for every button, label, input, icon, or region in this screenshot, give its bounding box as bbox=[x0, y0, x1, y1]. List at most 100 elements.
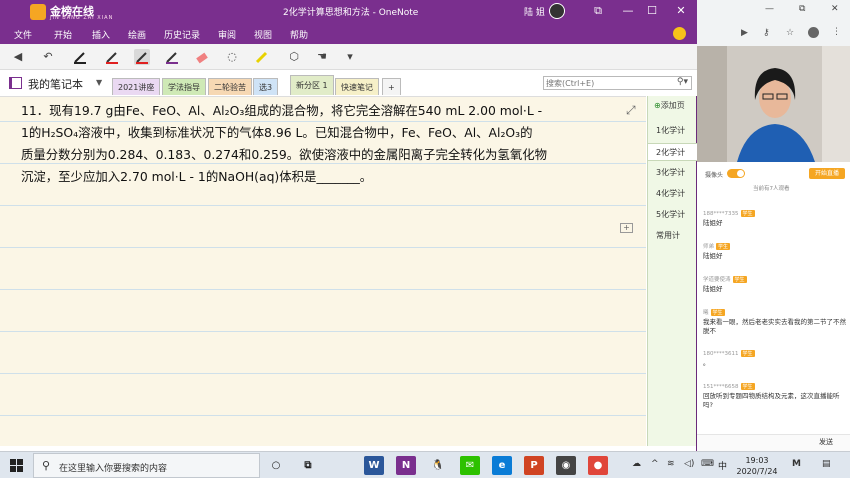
search-input[interactable] bbox=[546, 77, 674, 89]
chrome-icon[interactable]: ● bbox=[588, 456, 608, 475]
maximize-button[interactable]: ☐ bbox=[641, 2, 663, 20]
undo-icon[interactable]: ↶ bbox=[40, 49, 56, 65]
avatar[interactable] bbox=[549, 3, 565, 19]
touch-icon[interactable]: ☚ bbox=[314, 49, 330, 65]
page-item-3[interactable]: 3化学计 bbox=[648, 164, 697, 182]
clock[interactable]: 19:03 2020/7/24 bbox=[735, 455, 779, 477]
taskbar-search[interactable]: ⚲ 在这里输入你要搜索的内容 bbox=[33, 453, 260, 478]
add-note-icon[interactable]: + bbox=[620, 223, 633, 233]
page-item-5[interactable]: 5化学计 bbox=[648, 206, 697, 224]
browser-restore-icon[interactable]: ⧉ bbox=[799, 4, 805, 14]
browser-close-icon[interactable]: ✕ bbox=[831, 4, 839, 14]
word-icon[interactable]: W bbox=[364, 456, 384, 475]
section-tab-2021[interactable]: 2021讲座 bbox=[112, 78, 161, 95]
page-item-6[interactable]: 常用计 bbox=[648, 227, 697, 245]
volume-icon[interactable]: ◁) bbox=[684, 459, 694, 469]
chat-user: 180****3611 bbox=[703, 351, 739, 357]
chevron-down-icon[interactable]: ▼ bbox=[96, 78, 102, 87]
section-tab-second-round[interactable]: 二轮验苦 bbox=[208, 78, 252, 95]
add-page-button[interactable]: ⊕添加页 bbox=[654, 100, 685, 111]
notebook-name[interactable]: 我的笔记本 bbox=[28, 76, 83, 92]
profile-icon[interactable] bbox=[808, 27, 819, 38]
cloud-icon[interactable]: ☁ bbox=[632, 459, 641, 469]
send-button[interactable]: 发送 bbox=[819, 437, 833, 447]
close-button[interactable]: ✕ bbox=[670, 2, 692, 20]
minimize-button[interactable]: — bbox=[617, 2, 639, 20]
key-icon[interactable]: ⚷ bbox=[763, 28, 770, 38]
menu-file[interactable]: 文件 bbox=[14, 28, 32, 41]
browser-menu-icon[interactable]: ⋮ bbox=[832, 27, 841, 37]
teacher-video bbox=[697, 46, 850, 162]
cortana-icon[interactable]: ○ bbox=[266, 456, 286, 475]
back-icon[interactable]: ◀ bbox=[10, 49, 26, 65]
shapes-icon[interactable]: ⬡ bbox=[286, 49, 302, 65]
menu-review[interactable]: 审阅 bbox=[218, 28, 236, 41]
section-tab-option3[interactable]: 选3 bbox=[253, 78, 279, 95]
chat-message: 学道要使涛 学生 陆姐好 bbox=[703, 275, 848, 294]
menu-home[interactable]: 开始 bbox=[54, 28, 72, 41]
wechat-icon[interactable]: ✉ bbox=[460, 456, 480, 475]
pinyin-icon[interactable]: ⌨ bbox=[701, 459, 714, 469]
edge-icon[interactable]: e bbox=[492, 456, 512, 475]
title-bar: 金榜在线 JIN BANG ZAI XIAN 2化学计算思想和方法 - OneN… bbox=[0, 0, 697, 22]
pen-red-icon[interactable] bbox=[104, 49, 120, 65]
qq-icon[interactable]: 🐧 bbox=[428, 456, 448, 475]
lasso-icon[interactable]: ◌ bbox=[224, 49, 240, 65]
start-live-button[interactable]: 开始直播 bbox=[809, 168, 845, 179]
camera-toggle[interactable] bbox=[727, 169, 745, 178]
search-icon[interactable]: ⚲▾ bbox=[677, 77, 688, 87]
pen-black-icon[interactable] bbox=[72, 49, 88, 65]
powerpoint-icon[interactable]: P bbox=[524, 456, 544, 475]
wifi-icon[interactable]: ≋ bbox=[667, 459, 675, 469]
pen-purple-icon[interactable] bbox=[164, 49, 180, 65]
notebook-icon bbox=[9, 77, 22, 89]
chat-text: 陆姐好 bbox=[703, 252, 723, 260]
camera-label: 摄像头 bbox=[705, 172, 724, 179]
more-icon[interactable]: ▾ bbox=[342, 49, 358, 65]
browser-minimize-icon[interactable]: — bbox=[765, 4, 774, 14]
viewer-count: 当前有7人观看 bbox=[753, 186, 790, 192]
menu-insert[interactable]: 插入 bbox=[92, 28, 110, 41]
student-badge: 学生 bbox=[740, 210, 755, 217]
add-page-icon: ⊕ bbox=[654, 101, 661, 110]
section-tab-quick-notes[interactable]: 快速笔记 bbox=[335, 78, 379, 95]
menu-help[interactable]: 帮助 bbox=[290, 28, 308, 41]
chat-text: 回放听到专题四物质结构及元素，这次直播能听吗? bbox=[703, 392, 840, 409]
menu-view[interactable]: 视图 bbox=[254, 28, 272, 41]
page-item-1[interactable]: 1化学计 bbox=[648, 122, 697, 140]
user-name[interactable]: 陆 姐 bbox=[524, 5, 545, 18]
chat-user: 师弟 bbox=[703, 244, 715, 250]
menu-draw[interactable]: 绘画 bbox=[128, 28, 146, 41]
eraser-icon[interactable] bbox=[194, 49, 210, 65]
tray-expand-icon[interactable]: ^ bbox=[651, 459, 659, 469]
student-badge: 学生 bbox=[740, 383, 755, 390]
windows-start-icon[interactable] bbox=[10, 459, 23, 472]
restore-icon[interactable]: ⧉ bbox=[587, 2, 609, 20]
chat-user: 188****7335 bbox=[703, 211, 739, 217]
ime-indicator[interactable]: 中 bbox=[718, 459, 727, 472]
bookmark-star-icon[interactable]: ☆ bbox=[786, 28, 794, 38]
draw-toolbar: ◀ ↶ ◌ ⬡ ☚ ▾ bbox=[0, 44, 697, 70]
tray-app-icon[interactable]: M bbox=[792, 459, 801, 469]
expand-icon[interactable]: ⤢ bbox=[626, 103, 636, 118]
section-tab-new-1[interactable]: 新分区 1 bbox=[290, 75, 334, 95]
pen-red-selected-icon[interactable] bbox=[134, 49, 150, 65]
feedback-smiley-icon[interactable] bbox=[673, 27, 686, 40]
page-item-2[interactable]: 2化学计 bbox=[648, 143, 697, 161]
notifications-icon[interactable]: ▤ bbox=[822, 459, 831, 469]
menu-history[interactable]: 历史记录 bbox=[164, 28, 200, 41]
section-tab-study-guide[interactable]: 学法指导 bbox=[162, 78, 206, 95]
chat-user: 曦 bbox=[703, 310, 709, 316]
page-content[interactable]: 11．现有19.7 g由Fe、FeO、Al、Al₂O₃组成的混合物，将它完全溶解… bbox=[21, 100, 621, 188]
add-section-button[interactable]: + bbox=[382, 78, 401, 95]
media-icon[interactable]: ◉ bbox=[556, 456, 576, 475]
student-badge: 学生 bbox=[740, 350, 755, 357]
highlighter-icon[interactable] bbox=[254, 49, 270, 65]
search-box[interactable]: ⚲▾ bbox=[543, 76, 692, 90]
camera-icon[interactable]: ▶ bbox=[741, 28, 748, 38]
page-item-4[interactable]: 4化学计 bbox=[648, 185, 697, 203]
onenote-icon[interactable]: N bbox=[396, 456, 416, 475]
chat-message: 曦学生 我来看一眼，然后老老实实去看我的第二节了不然脱不 bbox=[703, 308, 848, 336]
task-view-icon[interactable]: ⧉ bbox=[298, 456, 318, 475]
note-page[interactable]: 11．现有19.7 g由Fe、FeO、Al、Al₂O₃组成的混合物，将它完全溶解… bbox=[0, 96, 646, 446]
